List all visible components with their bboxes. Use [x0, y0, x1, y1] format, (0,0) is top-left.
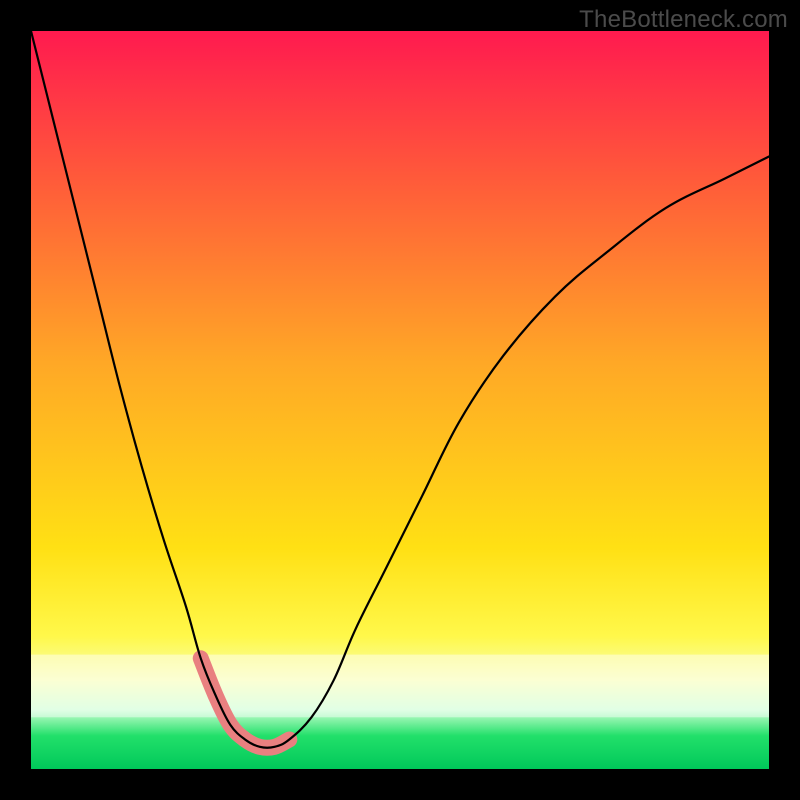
watermark-text: TheBottleneck.com [579, 6, 788, 34]
chart-frame: TheBottleneck.com [0, 0, 800, 800]
chart-plot-area [31, 31, 769, 769]
chart-svg [31, 31, 769, 769]
chart-highlight-band [31, 655, 769, 718]
